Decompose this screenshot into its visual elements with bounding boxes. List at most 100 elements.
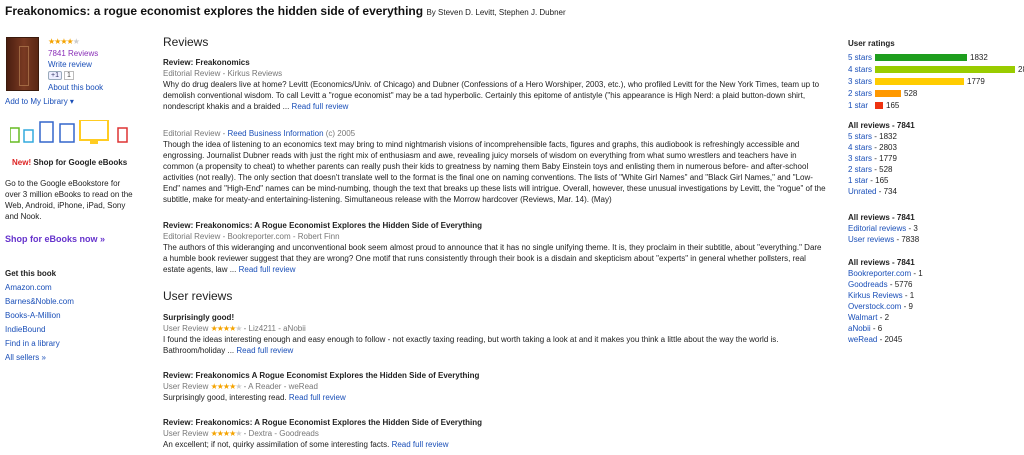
reed-business-link[interactable]: Reed Business Information [227, 129, 323, 138]
filter-1-star-link[interactable]: 1 star [848, 176, 868, 185]
review-title: Review: Freakonomics A Rogue Economist E… [163, 371, 480, 380]
book-authors: By Steven D. Levitt, Stephen J. Dubner [426, 8, 566, 17]
review-title: Review: Freakonomics: A Rogue Economist … [163, 418, 483, 427]
find-in-library-link[interactable]: Find in a library [5, 339, 60, 348]
user-review: Review: Freakonomics A Rogue Economist E… [163, 370, 828, 403]
filter-unrated-link[interactable]: Unrated [848, 187, 876, 196]
ebook-devices-icon [10, 120, 128, 144]
write-review-link[interactable]: Write review [48, 60, 92, 69]
user-review: Surprisingly good! User Review ★★★★★ - L… [163, 312, 828, 356]
review-meta: User Review ★★★★★ - Dextra - Goodreads [163, 429, 319, 438]
review-body: I found the ideas interesting enough and… [163, 335, 779, 355]
about-book-link[interactable]: About this book [48, 83, 103, 92]
read-full-review-link[interactable]: Read full review [289, 393, 346, 402]
all-reviews-count: All reviews - 7841 [848, 258, 915, 267]
source-bookreporter-link[interactable]: Bookreporter.com [848, 269, 911, 278]
filter-5-stars-link[interactable]: 5 stars [848, 132, 872, 141]
rating-bar-row[interactable]: 3 stars 1779 [848, 76, 985, 86]
seller-list: Amazon.com Barnes&Noble.com Books-A-Mill… [5, 281, 74, 365]
rating-bar-count: 1779 [967, 76, 985, 86]
review-count-link[interactable]: 7841 Reviews [48, 49, 98, 58]
reviews-by-type: All reviews - 7841 Editorial reviews - 3… [848, 213, 920, 244]
review-meta: Editorial Review - Kirkus Reviews [163, 69, 283, 78]
filter-4-stars-link[interactable]: 4 stars [848, 143, 872, 152]
rating-bar-row[interactable]: 2 stars 528 [848, 88, 917, 98]
source-overstock-link[interactable]: Overstock.com [848, 302, 901, 311]
rating-bar-label[interactable]: 2 stars [848, 89, 875, 98]
seller-link-barnes-noble[interactable]: Barnes&Noble.com [5, 297, 74, 306]
plus-one-count: 1 [63, 71, 74, 80]
filter-user-reviews-link[interactable]: User reviews [848, 235, 894, 244]
book-cover-image[interactable] [6, 37, 39, 91]
review-body: Surprisingly good, interesting read. Rea… [163, 393, 346, 402]
rating-bar-label[interactable]: 3 stars [848, 77, 875, 86]
review-body: An excellent; if not, quirky assimilatio… [163, 440, 449, 449]
editorial-review: Editorial Review - Reed Business Informa… [163, 128, 828, 205]
review-rating-stars: ★★★★★ [210, 382, 243, 391]
seller-link-amazon[interactable]: Amazon.com [5, 283, 52, 292]
source-walmart-link[interactable]: Walmart [848, 313, 877, 322]
all-reviews-count: All reviews - 7841 [848, 121, 915, 130]
add-to-library-dropdown[interactable]: Add to My Library ▾ [5, 97, 74, 106]
new-shop-heading: New! Shop for Google eBooks [12, 158, 127, 167]
editorial-review: Review: Freakonomics Editorial Review - … [163, 57, 828, 112]
read-full-review-link[interactable]: Read full review [236, 346, 293, 355]
user-review: Review: Freakonomics: A Rogue Economist … [163, 417, 828, 450]
reviews-heading: Reviews [163, 35, 209, 49]
source-kirkus-link[interactable]: Kirkus Reviews [848, 291, 903, 300]
rating-bar-fill [875, 53, 967, 61]
review-meta: Editorial Review - Bookreporter.com - Ro… [163, 232, 340, 241]
seller-link-indiebound[interactable]: IndieBound [5, 325, 45, 334]
read-full-review-link[interactable]: Read full review [239, 265, 296, 274]
read-full-review-link[interactable]: Read full review [392, 440, 449, 449]
source-weread-link[interactable]: weRead [848, 335, 877, 344]
reviews-by-source: All reviews - 7841 Bookreporter.com - 1 … [848, 258, 923, 344]
source-anobii-link[interactable]: aNobii [848, 324, 871, 333]
all-sellers-link[interactable]: All sellers » [5, 353, 46, 362]
rating-bar-count: 528 [904, 88, 918, 98]
filter-2-stars-link[interactable]: 2 stars [848, 165, 872, 174]
rating-bar-label[interactable]: 1 star [848, 101, 875, 110]
user-reviews-heading: User reviews [163, 289, 233, 303]
book-title: Freakonomics: a rogue economist explores… [5, 4, 424, 18]
shop-ebooks-link[interactable]: Shop for eBooks now » [5, 234, 105, 244]
rating-bar-row[interactable]: 1 star 165 [848, 100, 899, 110]
seller-link-books-a-million[interactable]: Books-A-Million [5, 311, 61, 320]
review-body: Why do drug dealers live at home? Levitt… [163, 80, 820, 111]
review-meta: Editorial Review - Reed Business Informa… [163, 129, 356, 138]
plus-one-button[interactable]: +1 [48, 71, 62, 80]
rating-bar-label[interactable]: 4 stars [848, 65, 875, 74]
editorial-review: Review: Freakonomics: A Rogue Economist … [163, 220, 828, 275]
source-goodreads-link[interactable]: Goodreads [848, 280, 888, 289]
rating-bar-fill [875, 101, 883, 109]
review-body: Though the idea of listening to an econo… [163, 140, 826, 204]
all-reviews-count: All reviews - 7841 [848, 213, 915, 222]
review-title: Review: Freakonomics [163, 58, 250, 67]
review-title: Surprisingly good! [163, 313, 235, 322]
rating-bar-label[interactable]: 5 stars [848, 53, 875, 62]
ebookstore-promo: Go to the Google eBookstore for over 3 m… [5, 179, 133, 221]
rating-bar-fill [875, 77, 964, 85]
cover-rating-stars: ★★★★★ [48, 37, 80, 46]
review-rating-stars: ★★★★★ [210, 324, 243, 333]
review-title: Review: Freakonomics: A Rogue Economist … [163, 221, 483, 230]
filter-3-stars-link[interactable]: 3 stars [848, 154, 872, 163]
review-body: The authors of this wideranging and unco… [163, 243, 822, 274]
page-title: Freakonomics: a rogue economist explores… [5, 4, 566, 18]
reviews-by-rating: All reviews - 7841 5 stars - 1832 4 star… [848, 121, 915, 196]
rating-bar-count: 2803 [1018, 64, 1024, 74]
user-ratings-heading: User ratings [848, 39, 895, 48]
read-full-review-link[interactable]: Read full review [292, 102, 349, 111]
filter-editorial-link[interactable]: Editorial reviews [848, 224, 906, 233]
rating-bar-row[interactable]: 5 stars 1832 [848, 52, 988, 62]
rating-bar-count: 1832 [970, 52, 988, 62]
shop-title: Shop for Google eBooks [33, 158, 128, 167]
get-book-heading: Get this book [5, 269, 57, 278]
plus-one-widget: +1 1 [48, 71, 74, 80]
review-meta: User Review ★★★★★ - Liz4211 - aNobii [163, 324, 306, 333]
rating-bar-row[interactable]: 4 stars 2803 [848, 64, 1024, 74]
rating-bar-fill [875, 65, 1015, 73]
rating-bar-fill [875, 89, 901, 97]
review-meta: User Review ★★★★★ - A Reader - weRead [163, 382, 318, 391]
rating-bar-count: 165 [886, 100, 900, 110]
